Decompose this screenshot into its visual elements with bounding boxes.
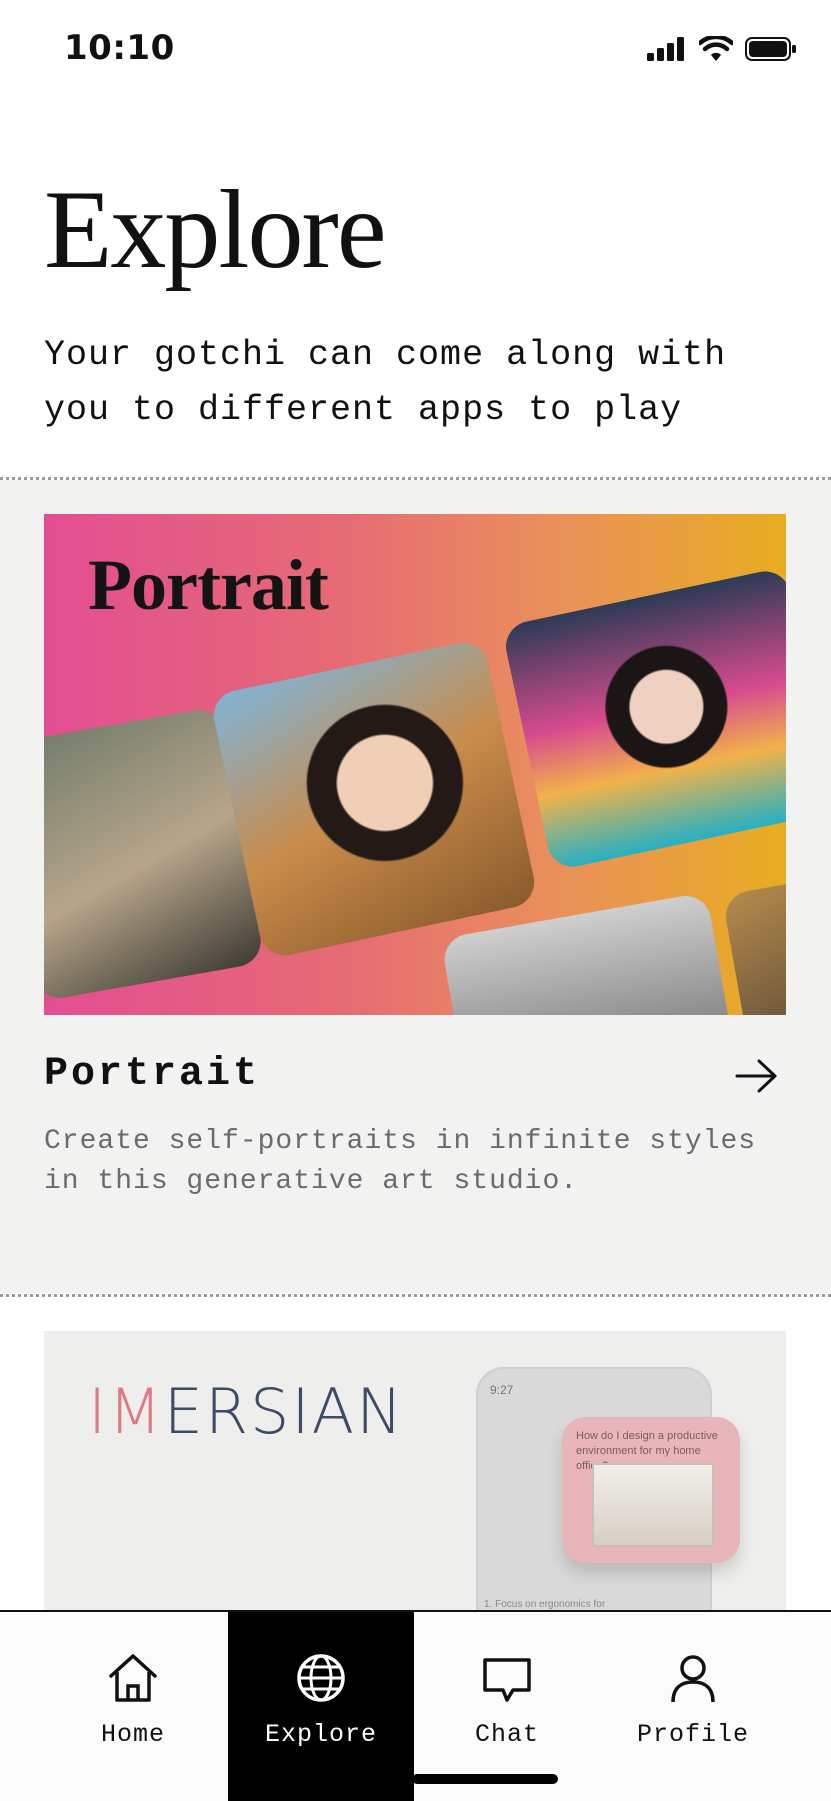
tab-explore[interactable]: Explore <box>228 1612 414 1801</box>
tab-chat[interactable]: Chat <box>414 1612 600 1801</box>
page-title: Explore <box>44 168 387 292</box>
status-bar: 10:10 <box>0 0 831 100</box>
tab-label: Home <box>100 1720 165 1749</box>
status-time: 10:10 <box>64 28 175 68</box>
phone-time: 9:27 <box>490 1383 514 1397</box>
globe-icon <box>297 1654 345 1702</box>
person-icon <box>671 1655 715 1703</box>
imersian-logo: IMERSIAN <box>88 1375 405 1448</box>
office-image <box>592 1463 714 1547</box>
tab-label: Chat <box>474 1720 539 1749</box>
portrait-tile-fantasy <box>208 637 540 961</box>
divider <box>0 1294 831 1297</box>
page-subtitle: Your gotchi can come along with you to d… <box>44 335 727 430</box>
arrow-right-icon[interactable] <box>733 1056 781 1096</box>
tab-label: Profile <box>636 1720 750 1749</box>
chat-bubble-preview: How do I design a productive environment… <box>562 1417 740 1563</box>
chat-bubble-icon <box>483 1658 531 1702</box>
portrait-tile-car <box>501 566 786 872</box>
status-icons <box>647 36 797 62</box>
tab-bar: Home Explore Chat Profile <box>0 1610 831 1801</box>
reply-text: 1. Focus on ergonomics for <box>484 1599 606 1610</box>
battery-icon <box>745 37 796 61</box>
card-title: Portrait <box>44 1052 261 1097</box>
wifi-icon <box>699 36 733 61</box>
portrait-tile-edge <box>721 874 786 1015</box>
home-indicator[interactable] <box>412 1774 558 1784</box>
home-icon <box>109 1654 157 1702</box>
signal-icon <box>647 37 684 61</box>
tab-home[interactable]: Home <box>40 1612 226 1801</box>
imersian-card[interactable]: IMERSIAN 9:27 How do I design a producti… <box>44 1331 786 1611</box>
portrait-hero-image[interactable]: Portrait <box>44 514 786 1015</box>
tab-profile[interactable]: Profile <box>600 1612 786 1801</box>
card-description: Create self-portraits in infinite styles… <box>44 1126 757 1197</box>
hero-title: Portrait <box>88 545 329 625</box>
tab-label: Explore <box>264 1720 378 1749</box>
